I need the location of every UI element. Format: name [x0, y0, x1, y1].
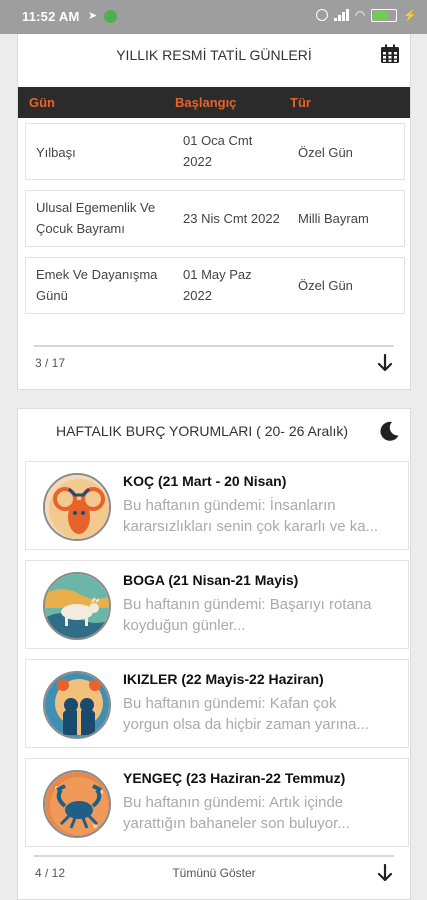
horoscope-name: KOÇ (21 Mart - 20 Nisan): [123, 473, 287, 489]
horoscope-summary-line1: Bu haftanın gündemi: Kafan çok: [123, 695, 337, 712]
horoscope-item[interactable]: YENGEÇ (23 Haziran-22 Temmuz) Bu haftanı…: [25, 758, 409, 847]
holiday-name-line2: Günü: [36, 288, 68, 303]
divider: [34, 855, 394, 857]
horoscope-name: IKIZLER (22 Mayis-22 Haziran): [123, 671, 324, 687]
column-header-day: Gün: [29, 95, 55, 110]
signal-icon: [333, 9, 349, 21]
status-bar: 11:52 AM ➤ ◠ ⚡: [0, 0, 427, 34]
show-all-link[interactable]: Tümünü Göster: [18, 866, 410, 880]
arrow-down-icon[interactable]: [377, 864, 393, 882]
horoscopes-card: HAFTALIK BURÇ YORUMLARI ( 20- 26 Aralık)…: [17, 408, 411, 900]
horoscope-summary: Bu haftanın gündemi: Başarıyı rotana koy…: [123, 594, 398, 636]
charging-icon: ⚡: [403, 9, 417, 22]
holiday-type: Özel Gün: [298, 278, 353, 293]
taurus-icon: [43, 572, 111, 640]
holidays-table-header: Gün Başlangıç Tür: [18, 87, 410, 118]
holiday-type: Milli Bayram: [298, 211, 369, 226]
whatsapp-icon: [104, 10, 117, 23]
horoscope-name: BOGA (21 Nisan-21 Mayis): [123, 572, 299, 588]
holiday-name-line2: Çocuk Bayramı: [36, 221, 125, 236]
column-header-start: Başlangıç: [175, 95, 237, 110]
holiday-date-year: 2022: [183, 288, 212, 303]
horoscope-summary: Bu haftanın gündemi: İnsanların kararsız…: [123, 495, 398, 537]
battery-icon: [371, 8, 398, 22]
horoscope-summary-line2: koyduğun günler...: [123, 617, 246, 634]
horoscope-summary-line2: kararsızlıkları senin çok kararlı ve ka.…: [123, 518, 379, 535]
holiday-date-year: 2022: [183, 154, 212, 169]
status-time: 11:52 AM: [22, 9, 80, 24]
alarm-icon: [315, 9, 328, 21]
horoscopes-title: HAFTALIK BURÇ YORUMLARI ( 20- 26 Aralık): [56, 423, 348, 439]
horoscope-summary-line1: Bu haftanın gündemi: Başarıyı rotana: [123, 596, 372, 613]
column-header-type: Tür: [290, 95, 311, 110]
horoscope-summary-line1: Bu haftanın gündemi: Artık içinde: [123, 794, 344, 811]
holiday-date: 23 Nis Cmt 2022: [183, 211, 280, 226]
horoscope-summary-line2: yarattığın bahaneler son buluyor...: [123, 815, 350, 832]
holiday-name: Emek Ve Dayanışma: [36, 267, 158, 282]
holiday-row[interactable]: Emek Ve Dayanışma Günü 01 May Paz 2022 Ö…: [25, 257, 405, 314]
holidays-pager: 3 / 17: [35, 356, 66, 370]
horoscope-summary: Bu haftanın gündemi: Kafan çok yorgun ol…: [123, 693, 398, 735]
moon-icon[interactable]: [378, 420, 400, 442]
holiday-date: 01 Oca Cmt: [183, 133, 253, 148]
holiday-name: Ulusal Egemenlik Ve: [36, 200, 156, 215]
holiday-date: 01 May Paz: [183, 267, 252, 282]
wifi-icon: ◠: [354, 8, 366, 22]
aries-icon: [43, 473, 111, 541]
holiday-name: Yılbaşı: [36, 145, 76, 160]
status-icons: ◠ ⚡: [315, 8, 417, 22]
calendar-icon[interactable]: [380, 44, 400, 64]
navigation-icon: ➤: [88, 10, 98, 22]
horoscope-summary: Bu haftanın gündemi: Artık içinde yaratt…: [123, 792, 398, 834]
horoscope-item[interactable]: BOGA (21 Nisan-21 Mayis) Bu haftanın gün…: [25, 560, 409, 649]
horoscope-summary-line2: yorgun olsa da hiçbir zaman yarına...: [123, 716, 369, 733]
horoscope-name: YENGEÇ (23 Haziran-22 Temmuz): [123, 770, 346, 786]
horoscope-item[interactable]: IKIZLER (22 Mayis-22 Haziran) Bu haftanı…: [25, 659, 409, 748]
horoscope-item[interactable]: KOÇ (21 Mart - 20 Nisan) Bu haftanın gün…: [25, 461, 409, 550]
horoscope-summary-line1: Bu haftanın gündemi: İnsanların: [123, 497, 336, 514]
cancer-icon: [43, 770, 111, 838]
holidays-title: YILLIK RESMİ TATİL GÜNLERİ: [116, 47, 312, 63]
holiday-type: Özel Gün: [298, 145, 353, 160]
divider: [34, 345, 394, 347]
gemini-icon: [43, 671, 111, 739]
holiday-row[interactable]: Ulusal Egemenlik Ve Çocuk Bayramı 23 Nis…: [25, 190, 405, 247]
holiday-row[interactable]: Yılbaşı 01 Oca Cmt 2022 Özel Gün: [25, 123, 405, 180]
holidays-card: YILLIK RESMİ TATİL GÜNLERİ Gün Başlangıç…: [17, 34, 411, 390]
arrow-down-icon[interactable]: [377, 354, 393, 372]
